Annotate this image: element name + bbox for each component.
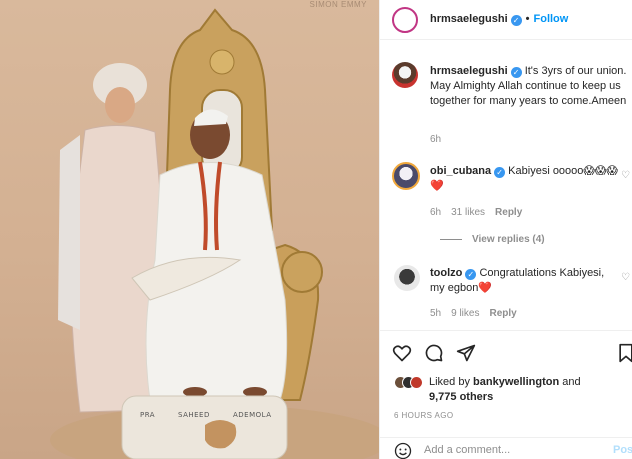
commenter-avatar[interactable]	[392, 162, 420, 190]
author-username-row: hrmsaelegushi ✓ • Follow	[430, 13, 568, 26]
pillow-inscription-left: PRA	[140, 411, 156, 419]
post-actions: Liked by bankywellington and 9,775 other…	[380, 330, 632, 440]
liked-by-middle: and	[559, 376, 581, 388]
liker-avatar	[410, 376, 423, 389]
pillow-inscription-right: ADEMOLA	[233, 411, 272, 419]
liked-by: Liked by bankywellington and 9,775 other…	[429, 375, 629, 405]
post-timestamp[interactable]: 6 HOURS AGO	[394, 411, 454, 420]
share-icon[interactable]	[456, 343, 476, 363]
comment-likes[interactable]: 9 likes	[451, 308, 479, 319]
comment-2-meta: 5h 9 likes Reply	[430, 308, 527, 319]
reply-button[interactable]: Reply	[489, 308, 516, 319]
emoji-icon[interactable]	[394, 442, 412, 459]
liked-by-prefix: Liked by	[429, 376, 474, 388]
author-username[interactable]: hrmsaelegushi	[430, 13, 508, 25]
heart-icon[interactable]	[392, 343, 412, 363]
verified-icon: ✓	[465, 269, 477, 280]
commenter-avatar[interactable]	[394, 265, 420, 291]
post-header: hrmsaelegushi ✓ • Follow	[380, 0, 632, 40]
post-button[interactable]: Post	[613, 444, 632, 456]
view-replies-button[interactable]: View replies (4)	[440, 234, 545, 245]
post-side-panel: hrmsaelegushi ✓ • Follow hrmsaelegushi ✓ It'…	[379, 0, 632, 459]
author-avatar[interactable]	[392, 7, 418, 33]
comment-icon[interactable]	[424, 343, 444, 363]
caption-author-avatar[interactable]	[392, 62, 418, 88]
likes-count[interactable]: 9,775 others	[429, 391, 493, 403]
verified-icon: ✓	[494, 167, 506, 178]
comment-username[interactable]: obi_cubana	[430, 165, 491, 177]
comment-1-meta: 6h 31 likes Reply	[430, 207, 532, 218]
comment-username[interactable]: toolzo	[430, 267, 462, 279]
liker-avatars	[394, 376, 424, 390]
caption-meta: 6h	[430, 134, 451, 145]
comment-2: toolzo ✓ Congratulations Kabiyesi, my egb…	[430, 266, 618, 296]
comment-time[interactable]: 5h	[430, 308, 441, 319]
verified-icon: ✓	[510, 15, 522, 26]
post-photo-illustration	[50, 8, 379, 459]
follow-button[interactable]: Follow	[534, 13, 569, 25]
bookmark-icon[interactable]	[616, 343, 632, 363]
comment-1: obi_cubana ✓ Kabiyesi ooooo😱😱😱❤️	[430, 164, 618, 194]
comment-input[interactable]	[424, 444, 594, 456]
verified-icon: ✓	[510, 67, 522, 78]
reply-button[interactable]: Reply	[495, 207, 522, 218]
liked-by-user[interactable]: bankywellington	[473, 376, 559, 388]
comment-like-heart-icon[interactable]: ♡	[621, 170, 630, 181]
post-photo[interactable]: SIMON EMMY PRA SAHEED ADEMOLA	[0, 0, 379, 459]
pillow-inscription-mid: SAHEED	[178, 411, 210, 419]
caption-time[interactable]: 6h	[430, 134, 441, 145]
caption: hrmsaelegushi ✓ It's 3yrs of our union. M…	[430, 64, 630, 109]
comment-time[interactable]: 6h	[430, 207, 441, 218]
photo-watermark: SIMON EMMY	[309, 0, 367, 9]
separator-dot: •	[525, 13, 530, 25]
comment-like-heart-icon[interactable]: ♡	[621, 272, 630, 283]
comment-likes[interactable]: 31 likes	[451, 207, 485, 218]
caption-username[interactable]: hrmsaelegushi	[430, 65, 508, 77]
add-comment-bar: Post	[380, 437, 632, 459]
